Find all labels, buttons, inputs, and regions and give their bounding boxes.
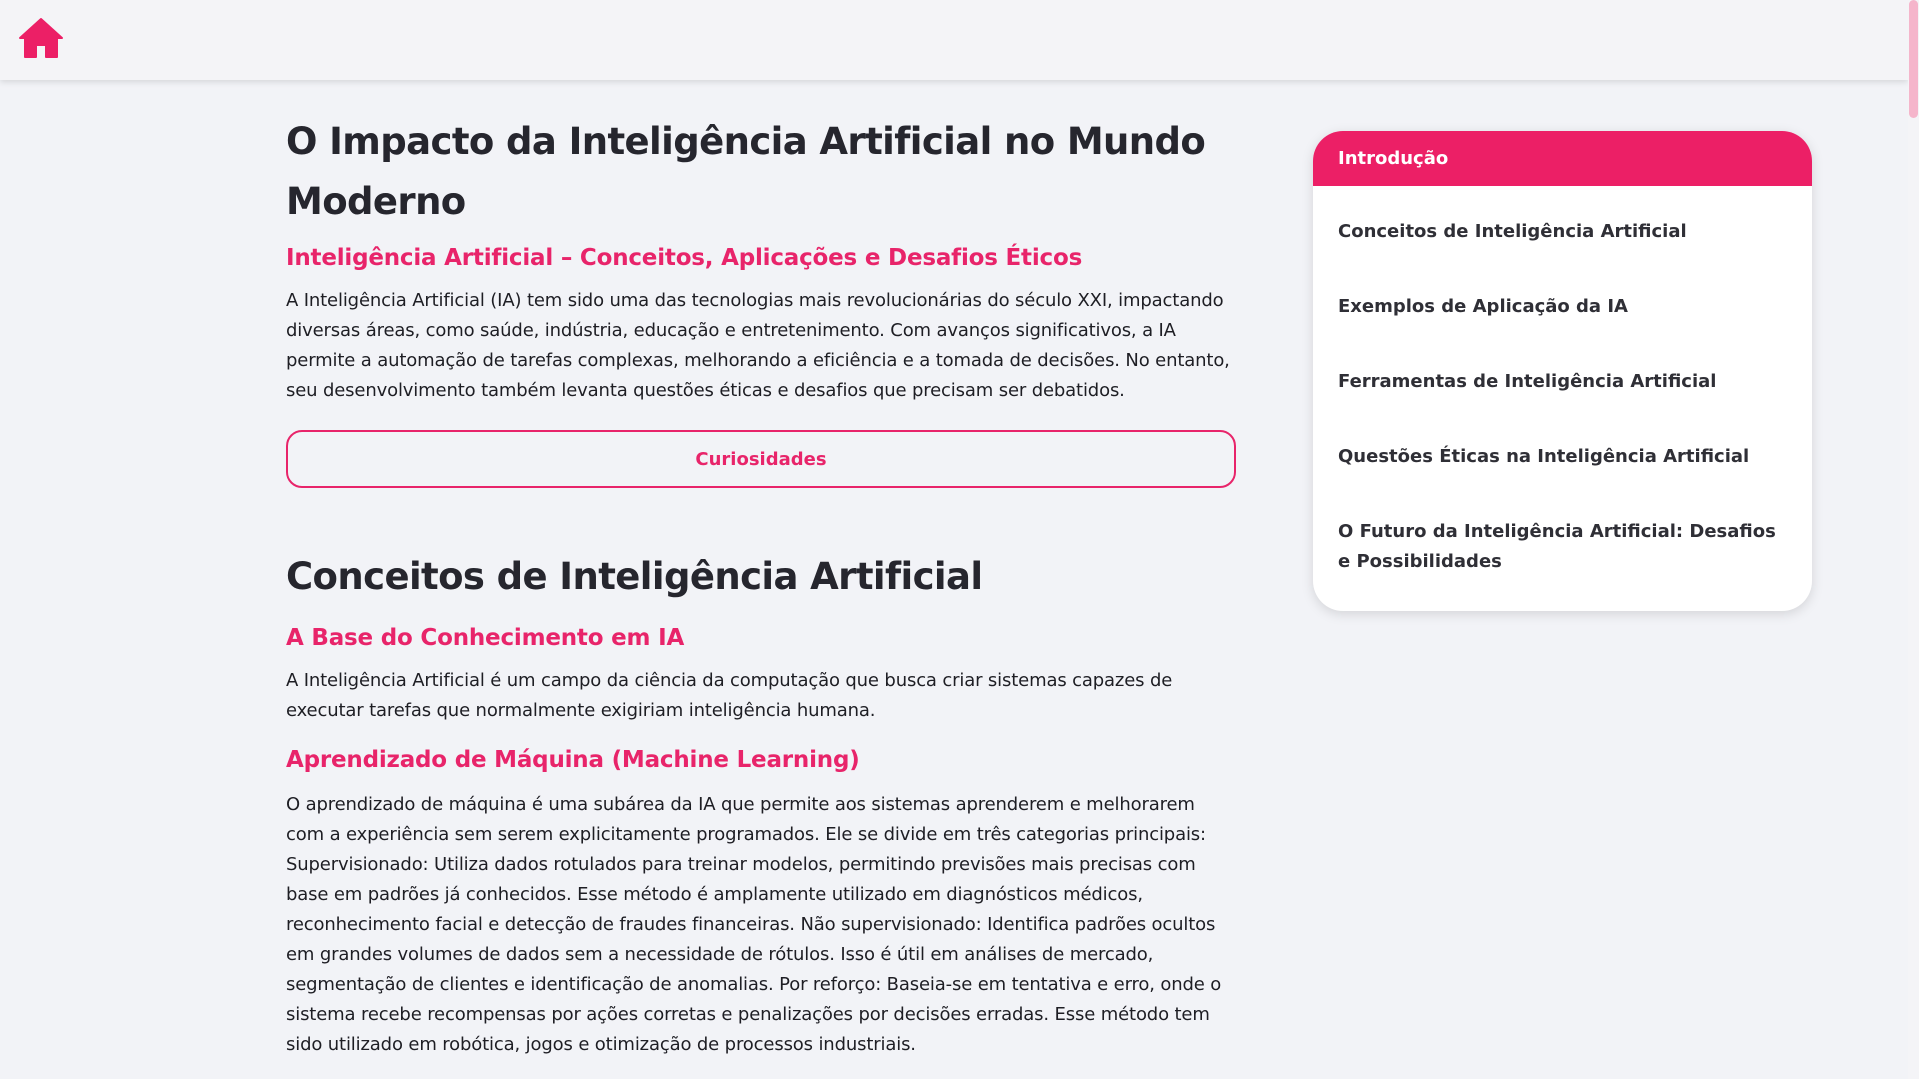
toc-item-examples[interactable]: Exemplos de Aplicação da IA — [1338, 292, 1778, 322]
subsection-paragraph-base: A Inteligência Artificial é um campo da … — [286, 670, 1173, 721]
intro-subtitle: Inteligência Artificial – Conceitos, Apl… — [286, 245, 1083, 271]
subsection-title-machine-learning: Aprendizado de Máquina (Machine Learning… — [286, 747, 860, 773]
section-title-concepts: Conceitos de Inteligência Artificial — [286, 555, 983, 598]
scrollbar-thumb[interactable] — [1909, 0, 1918, 118]
toc-item-active[interactable]: Introdução — [1313, 131, 1812, 186]
page-title: O Impacto da Inteligência Artificial no … — [286, 120, 1206, 223]
page-scrollbar[interactable] — [1908, 0, 1919, 1079]
toc-item-concepts[interactable]: Conceitos de Inteligência Artificial — [1338, 217, 1778, 247]
article-content: O Impacto da Inteligência Artificial no … — [286, 112, 1236, 1060]
subsection-title-base: A Base do Conhecimento em IA — [286, 625, 685, 651]
home-icon — [19, 18, 63, 58]
top-navbar — [0, 0, 1908, 80]
home-button[interactable] — [18, 17, 64, 59]
intro-paragraph: A Inteligência Artificial (IA) tem sido … — [286, 290, 1230, 401]
toc-item-ethics[interactable]: Questões Éticas na Inteligência Artifici… — [1338, 442, 1778, 472]
toc-item-tools[interactable]: Ferramentas de Inteligência Artificial — [1338, 367, 1778, 397]
toc-item-future[interactable]: O Futuro da Inteligência Artificial: Des… — [1338, 517, 1778, 577]
curiosities-button[interactable]: Curiosidades — [286, 430, 1236, 488]
subsection-paragraph-machine-learning: O aprendizado de máquina é uma subárea d… — [286, 794, 1222, 1055]
table-of-contents: Introdução Conceitos de Inteligência Art… — [1313, 131, 1812, 611]
